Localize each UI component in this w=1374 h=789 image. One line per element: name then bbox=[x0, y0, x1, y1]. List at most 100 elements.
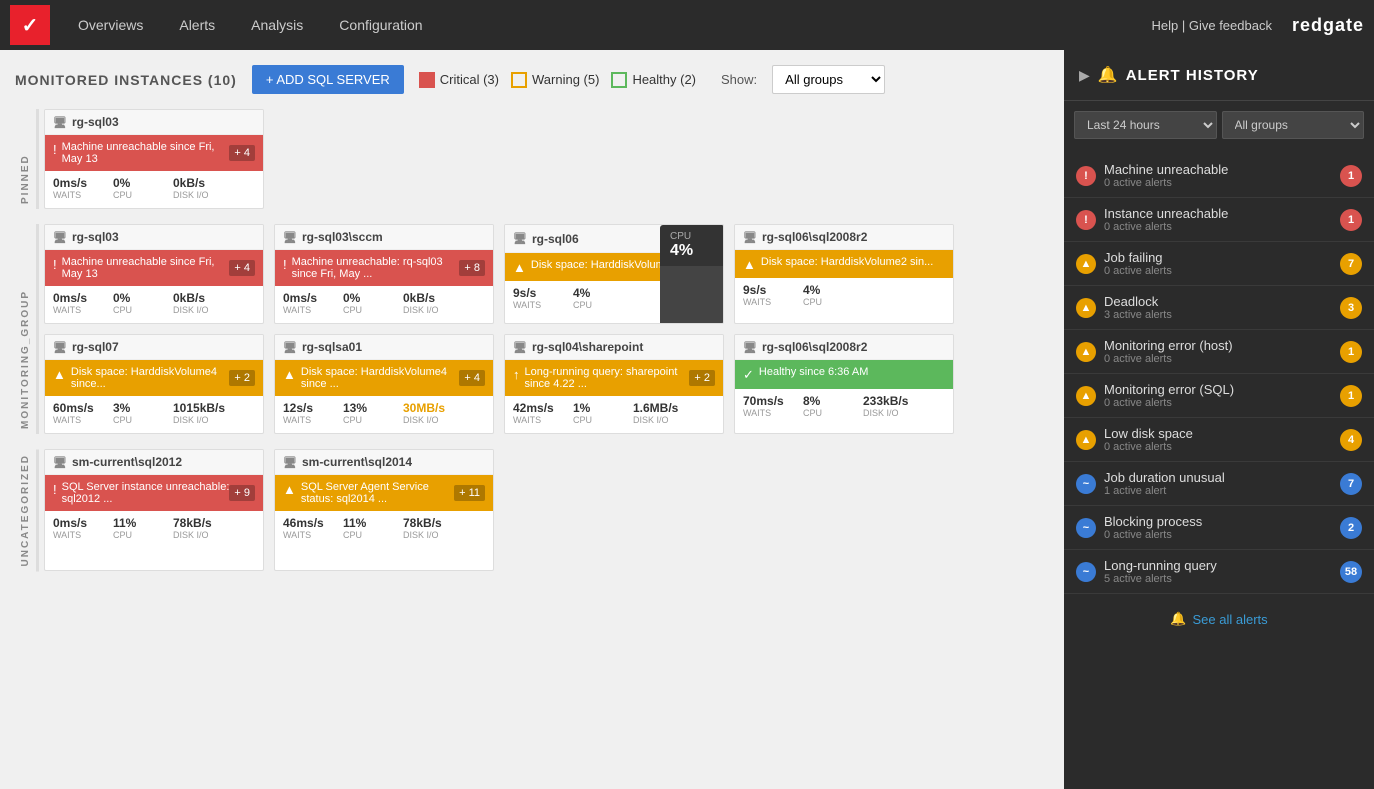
metric-label: DISK I/O bbox=[173, 415, 209, 425]
card-rg-sql03-pinned[interactable]: 🖥 rg-sql03 ! Machine unreachable since F… bbox=[44, 109, 264, 209]
card-rg-sql06-sql2008r2-warning[interactable]: 🖥 rg-sql06\sql2008r2 ▲ Disk space: Hardd… bbox=[734, 224, 954, 324]
alert-message: Machine unreachable: rq-sql03 since Fri,… bbox=[292, 256, 460, 280]
plus-badge: + 2 bbox=[689, 370, 715, 386]
nav-alerts[interactable]: Alerts bbox=[171, 12, 223, 38]
alert-row-info: Long-running query 5 active alerts bbox=[1104, 558, 1340, 585]
alert-row-name: Deadlock bbox=[1104, 294, 1340, 309]
metric-label: CPU bbox=[113, 530, 132, 540]
see-all-alerts[interactable]: 🔔 See all alerts bbox=[1064, 599, 1374, 639]
see-all-label[interactable]: See all alerts bbox=[1193, 612, 1268, 627]
card-rg-sql03-sccm[interactable]: 🖥 rg-sql03\sccm ! Machine unreachable: r… bbox=[274, 224, 494, 324]
warning-icon: ↑ bbox=[513, 367, 520, 382]
alert-row-machine-unreachable[interactable]: ! Machine unreachable 0 active alerts 1 bbox=[1064, 154, 1374, 198]
alert-row-deadlock[interactable]: ▲ Deadlock 3 active alerts 3 bbox=[1064, 286, 1374, 330]
card-header: 🖥 rg-sql07 bbox=[45, 335, 263, 360]
add-server-button[interactable]: + ADD SQL SERVER bbox=[252, 65, 404, 94]
alert-row-name: Monitoring error (SQL) bbox=[1104, 382, 1340, 397]
metric-label: WAITS bbox=[283, 305, 311, 315]
help-link[interactable]: Help | Give feedback bbox=[1152, 18, 1272, 33]
server-icon: 🖥 bbox=[53, 116, 67, 129]
warning-icon: ▲ bbox=[53, 367, 66, 382]
pinned-cards: 🖥 rg-sql03 ! Machine unreachable since F… bbox=[44, 109, 1049, 209]
metric-value: 8% bbox=[803, 394, 820, 408]
metric-label: CPU bbox=[803, 297, 822, 307]
card-metrics: 42ms/s WAITS 1% CPU 1.6MB/s DISK I/O bbox=[505, 396, 723, 430]
metric-value: 0kB/s bbox=[173, 176, 205, 190]
alert-row-name: Machine unreachable bbox=[1104, 162, 1340, 177]
alert-row-icon: ▲ bbox=[1076, 386, 1096, 406]
nav-overviews[interactable]: Overviews bbox=[70, 12, 151, 38]
app-logo[interactable]: ✓ bbox=[10, 5, 50, 45]
alert-row-monitoring-error-host[interactable]: ▲ Monitoring error (host) 0 active alert… bbox=[1064, 330, 1374, 374]
alert-bar: ! Machine unreachable: rq-sql03 since Fr… bbox=[275, 250, 493, 286]
uncategorized-cards: 🖥 sm-current\sql2012 ! SQL Server instan… bbox=[44, 449, 1049, 571]
metric-cpu: 3% CPU bbox=[113, 401, 168, 425]
metric-value: 60ms/s bbox=[53, 401, 94, 415]
panel-toggle[interactable]: ▶ bbox=[1079, 67, 1090, 84]
alert-row-sub: 0 active alerts bbox=[1104, 265, 1340, 277]
metric-value: 1% bbox=[573, 401, 590, 415]
card-header: 🖥 rg-sql03 bbox=[45, 110, 263, 135]
card-rg-sql04-sharepoint[interactable]: 🖥 rg-sql04\sharepoint ↑ Long-running que… bbox=[504, 334, 724, 434]
plus-badge: + 4 bbox=[229, 145, 255, 161]
brand-name: redgate bbox=[1292, 15, 1364, 36]
alert-bar: ▲ SQL Server Agent Service status: sql20… bbox=[275, 475, 493, 511]
metric-waits: 60ms/s WAITS bbox=[53, 401, 108, 425]
metric-label: DISK I/O bbox=[403, 530, 439, 540]
server-icon: 🖥 bbox=[743, 341, 757, 354]
alert-row-info: Low disk space 0 active alerts bbox=[1104, 426, 1340, 453]
healthy-box bbox=[611, 72, 627, 88]
alert-row-blocking-process[interactable]: ~ Blocking process 0 active alerts 2 bbox=[1064, 506, 1374, 550]
content-header: MONITORED INSTANCES (10) + ADD SQL SERVE… bbox=[15, 65, 1049, 94]
nav-configuration[interactable]: Configuration bbox=[331, 12, 430, 38]
card-sm-sql2014[interactable]: 🖥 sm-current\sql2014 ▲ SQL Server Agent … bbox=[274, 449, 494, 571]
nav-analysis[interactable]: Analysis bbox=[243, 12, 311, 38]
server-name: rg-sql03 bbox=[72, 115, 119, 129]
time-filter[interactable]: Last 24 hours bbox=[1074, 111, 1217, 139]
metric-label: CPU bbox=[343, 530, 362, 540]
metric-label: DISK I/O bbox=[403, 305, 439, 315]
metric-disk: 0kB/s DISK I/O bbox=[403, 291, 458, 315]
alert-row-low-disk-space[interactable]: ▲ Low disk space 0 active alerts 4 bbox=[1064, 418, 1374, 462]
alert-bar: ! Machine unreachable since Fri, May 13 … bbox=[45, 135, 263, 171]
plus-badge: + 4 bbox=[459, 370, 485, 386]
metric-value: 0ms/s bbox=[53, 516, 87, 530]
monitored-title: MONITORED INSTANCES (10) bbox=[15, 72, 237, 88]
alert-row-name: Low disk space bbox=[1104, 426, 1340, 441]
server-name: rg-sql07 bbox=[72, 340, 119, 354]
alert-count: 1 bbox=[1340, 385, 1362, 407]
alert-row-instance-unreachable[interactable]: ! Instance unreachable 0 active alerts 1 bbox=[1064, 198, 1374, 242]
metric-label: DISK I/O bbox=[633, 415, 669, 425]
card-rg-sql06-sql2008r2-healthy[interactable]: 🖥 rg-sql06\sql2008r2 ✓ Healthy since 6:3… bbox=[734, 334, 954, 434]
alert-row-long-running-query[interactable]: ~ Long-running query 5 active alerts 58 bbox=[1064, 550, 1374, 594]
metric-value: 0ms/s bbox=[53, 291, 87, 305]
card-rg-sql03[interactable]: 🖥 rg-sql03 ! Machine unreachable since F… bbox=[44, 224, 264, 324]
server-icon: 🖥 bbox=[53, 341, 67, 354]
alert-count: 1 bbox=[1340, 209, 1362, 231]
metric-value: 11% bbox=[113, 516, 136, 530]
alert-row-icon: ▲ bbox=[1076, 430, 1096, 450]
card-sm-sql2012[interactable]: 🖥 sm-current\sql2012 ! SQL Server instan… bbox=[44, 449, 264, 571]
alert-count: 3 bbox=[1340, 297, 1362, 319]
card-rg-sql06[interactable]: 🖥 rg-sql06 ⋮ ▲ Disk space: HarddiskVolum… bbox=[504, 224, 724, 324]
metric-value: 1015kB/s bbox=[173, 401, 225, 415]
alert-message: Disk space: HarddiskVolume4 since... bbox=[71, 366, 230, 390]
card-rg-sqlsa01[interactable]: 🖥 rg-sqlsa01 ▲ Disk space: HarddiskVolum… bbox=[274, 334, 494, 434]
alert-filters: Last 24 hours All groups bbox=[1064, 101, 1374, 149]
alert-row-job-duration[interactable]: ~ Job duration unusual 1 active alert 7 bbox=[1064, 462, 1374, 506]
metric-value: 4% bbox=[803, 283, 820, 297]
alert-row-icon: ~ bbox=[1076, 474, 1096, 494]
alert-row-job-failing[interactable]: ▲ Job failing 0 active alerts 7 bbox=[1064, 242, 1374, 286]
server-icon: 🖥 bbox=[743, 231, 757, 244]
metric-value: 0% bbox=[113, 176, 130, 190]
group-filter[interactable]: All groups bbox=[1222, 111, 1365, 139]
metric-waits: 0ms/s WAITS bbox=[53, 176, 108, 200]
alert-row-monitoring-error-sql[interactable]: ▲ Monitoring error (SQL) 0 active alerts… bbox=[1064, 374, 1374, 418]
top-nav: ✓ Overviews Alerts Analysis Configuratio… bbox=[0, 0, 1374, 50]
metric-label: CPU bbox=[573, 415, 592, 425]
card-rg-sql07[interactable]: 🖥 rg-sql07 ▲ Disk space: HarddiskVolume4… bbox=[44, 334, 264, 434]
alert-row-icon: ! bbox=[1076, 166, 1096, 186]
tooltip-chart bbox=[660, 266, 724, 324]
metric-label: CPU bbox=[113, 415, 132, 425]
group-select[interactable]: All groups bbox=[772, 65, 885, 94]
